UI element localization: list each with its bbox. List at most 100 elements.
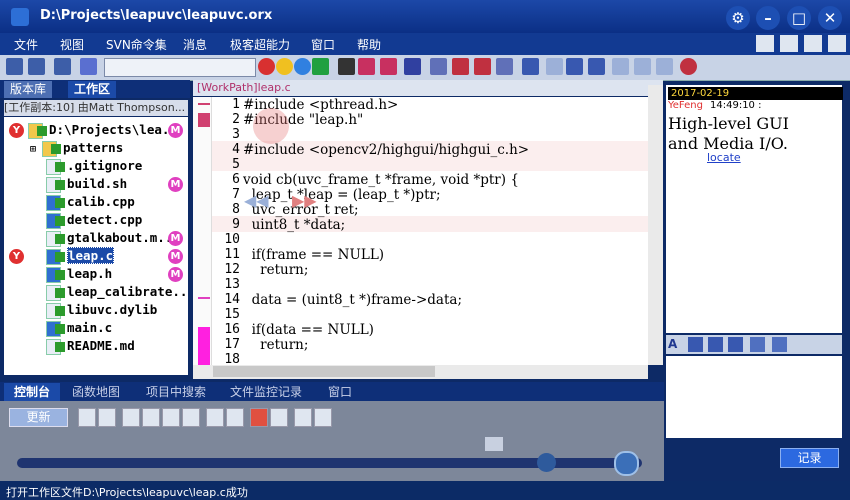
tree-file[interactable]: detect.cpp: [46, 211, 142, 229]
web-icon[interactable]: [258, 58, 275, 75]
timeline-marker[interactable]: [537, 453, 556, 472]
console-tool-icon[interactable]: [226, 408, 244, 427]
filter-icon[interactable]: [80, 58, 97, 75]
tab-file-monitor[interactable]: 文件监控记录: [230, 383, 302, 401]
tree-file[interactable]: gtalkabout.m...: [46, 229, 180, 247]
timeline-handle[interactable]: [614, 451, 639, 476]
bookmark-icon[interactable]: [474, 58, 491, 75]
file-tree[interactable]: D:\Projects\lea... ⊞ patterns .gitignore …: [4, 117, 188, 375]
calendar-icon[interactable]: [294, 408, 312, 427]
menu-messages[interactable]: 消息: [183, 36, 207, 53]
search-icon[interactable]: [28, 58, 45, 75]
tab-window[interactable]: 窗口: [328, 383, 352, 401]
tree-file[interactable]: calib.cpp: [46, 193, 135, 211]
down-icon[interactable]: [588, 58, 605, 75]
console-tool-icon[interactable]: [122, 408, 140, 427]
console-tool-icon[interactable]: [182, 408, 200, 427]
tree-file[interactable]: build.sh: [46, 175, 127, 193]
code-line[interactable]: if(data == NULL): [243, 322, 374, 338]
bold-icon[interactable]: [276, 58, 293, 75]
menu-help[interactable]: 帮助: [357, 36, 381, 53]
console-tool-icon[interactable]: [98, 408, 116, 427]
nav-forward-arrows-icon[interactable]: ▶▶: [292, 191, 317, 210]
tree-file[interactable]: leap_calibrate...: [46, 283, 188, 301]
tree-file[interactable]: libuvc.dylib: [46, 301, 157, 319]
console-tool-icon[interactable]: [270, 408, 288, 427]
console-tool-icon[interactable]: [162, 408, 180, 427]
zoom-icon[interactable]: [496, 58, 513, 75]
tree-file[interactable]: .gitignore: [46, 157, 142, 175]
code-line[interactable]: data = (uint8_t *)frame->data;: [243, 292, 462, 308]
horizontal-scroll-thumb[interactable]: [213, 366, 435, 377]
columns-icon[interactable]: [634, 58, 651, 75]
picture-icon[interactable]: [314, 408, 332, 427]
toolbar-search-input[interactable]: [104, 58, 256, 77]
next-icon[interactable]: [566, 58, 583, 75]
tree-file[interactable]: README.md: [46, 337, 135, 355]
top-icon[interactable]: [522, 58, 539, 75]
dropdown-icon[interactable]: [338, 58, 355, 75]
tree-file[interactable]: leap.h: [46, 265, 112, 283]
font-icon[interactable]: A: [668, 337, 683, 352]
tab-workspace[interactable]: 工作区: [68, 81, 117, 98]
maximize-button[interactable]: □: [787, 6, 811, 30]
save-icon[interactable]: [54, 58, 71, 75]
tab-console[interactable]: 控制台: [4, 383, 61, 401]
split-icon[interactable]: [612, 58, 629, 75]
tab-function-map[interactable]: 函数地图: [72, 383, 120, 401]
screenshot-icon[interactable]: [728, 337, 743, 352]
camera-icon[interactable]: [708, 337, 723, 352]
minimize-button[interactable]: –: [756, 6, 780, 30]
code-line[interactable]: if(frame == NULL): [243, 247, 384, 263]
up-icon[interactable]: [546, 58, 563, 75]
menu-window[interactable]: 窗口: [311, 36, 335, 53]
menu-svn[interactable]: SVN命令集: [106, 36, 167, 53]
back-icon[interactable]: [780, 35, 798, 52]
code-line[interactable]: leap_t *leap = (leap_t *)ptr;: [243, 187, 441, 203]
open-folder-icon[interactable]: [6, 58, 23, 75]
tree-folder-patterns[interactable]: ⊞ patterns: [30, 139, 123, 157]
tree-file[interactable]: main.c: [46, 319, 112, 337]
code-line[interactable]: return;: [243, 337, 308, 353]
menu-view[interactable]: 视图: [60, 36, 84, 53]
tab-project-search[interactable]: 项目中搜索: [146, 383, 206, 401]
menu-geek[interactable]: 极客超能力: [230, 36, 290, 53]
code-line[interactable]: void cb(uvc_frame_t *frame, void *ptr) {: [243, 172, 519, 188]
right-scrollbar[interactable]: [648, 85, 663, 365]
panel-close-icon[interactable]: [828, 35, 846, 52]
tree-root[interactable]: D:\Projects\lea...: [28, 121, 184, 139]
print-icon[interactable]: [404, 58, 421, 75]
console-tool-icon[interactable]: [206, 408, 224, 427]
code-line[interactable]: return;: [243, 262, 308, 278]
replace-icon[interactable]: [380, 58, 397, 75]
italic-icon[interactable]: [294, 58, 311, 75]
message-input[interactable]: [666, 356, 842, 438]
record-button[interactable]: 记录: [780, 448, 839, 468]
layout-icon[interactable]: [756, 35, 774, 52]
console-tool-icon[interactable]: [142, 408, 160, 427]
edit-icon[interactable]: [430, 58, 447, 75]
code-line[interactable]: uint8_t *data;: [243, 217, 346, 233]
pin-icon[interactable]: [750, 337, 765, 352]
tree-file-selected[interactable]: leap.c: [46, 247, 115, 265]
close-button[interactable]: ✕: [818, 6, 842, 30]
attach-icon[interactable]: [772, 337, 787, 352]
flag-icon[interactable]: [250, 408, 268, 427]
image-icon[interactable]: [688, 337, 703, 352]
expand-icon[interactable]: ⊞: [30, 144, 36, 155]
merge-icon[interactable]: [656, 58, 673, 75]
settings-gear-icon[interactable]: ⚙: [726, 6, 750, 30]
code-line[interactable]: #include <opencv2/highgui/highgui_c.h>: [243, 142, 529, 158]
undo-icon[interactable]: [452, 58, 469, 75]
nav-back-arrows-icon[interactable]: ◀◀: [244, 191, 269, 210]
tab-repository[interactable]: 版本库: [4, 81, 53, 98]
forward-icon[interactable]: [804, 35, 822, 52]
editor-tab[interactable]: [WorkPath]leap.c: [197, 81, 291, 94]
refresh-icon[interactable]: [680, 58, 697, 75]
find-icon[interactable]: [358, 58, 375, 75]
menu-file[interactable]: 文件: [14, 36, 38, 53]
console-tool-icon[interactable]: [78, 408, 96, 427]
color-icon[interactable]: [312, 58, 329, 75]
locate-link[interactable]: locate: [707, 151, 741, 164]
update-button[interactable]: 更新: [9, 408, 68, 427]
